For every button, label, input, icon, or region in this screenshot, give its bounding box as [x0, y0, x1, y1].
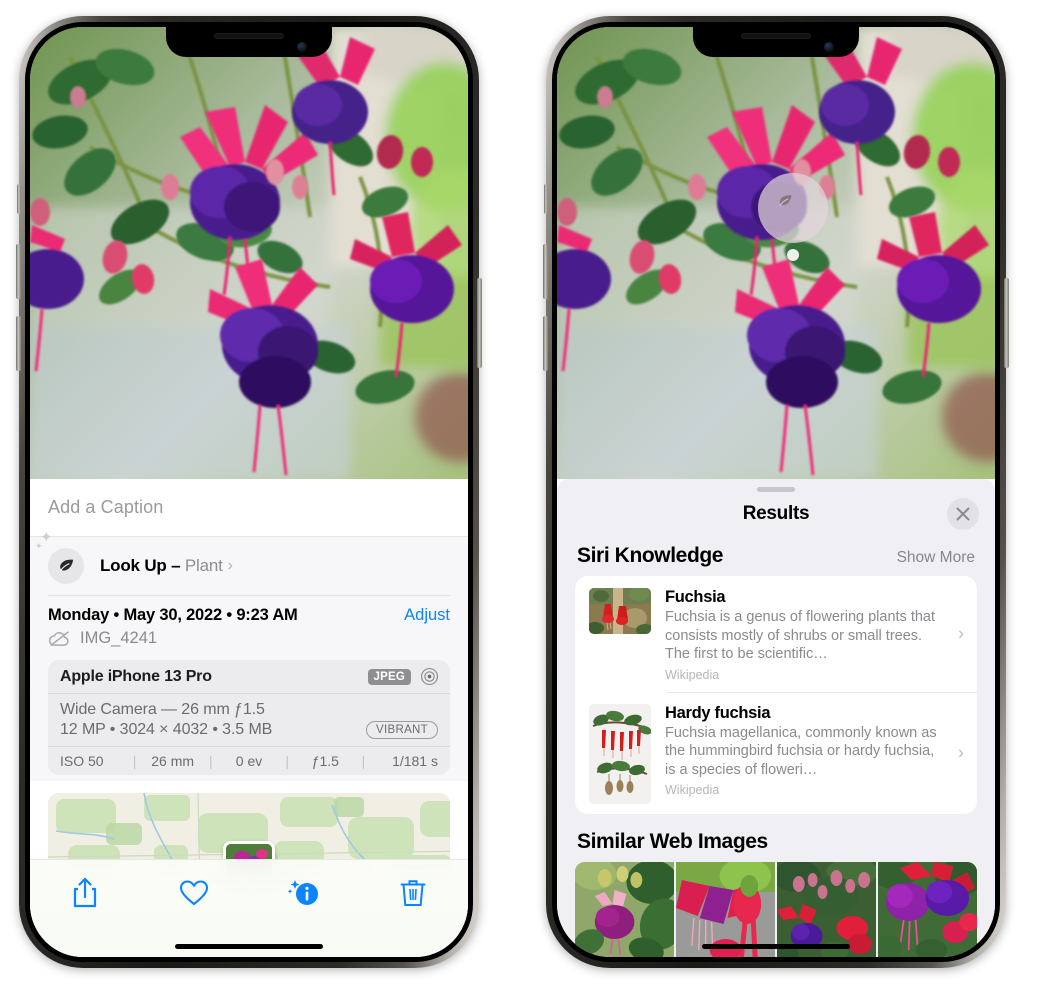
close-button[interactable]	[947, 498, 979, 530]
chevron-right-icon: ›	[958, 742, 964, 763]
knowledge-source: Wikipedia	[665, 783, 720, 798]
aperture-icon	[420, 667, 439, 686]
chevron-right-icon: ›	[227, 557, 233, 574]
look-up-plant-row[interactable]: ✦ ✦ Look Up – Plant ›	[35, 530, 450, 595]
lookup-block: ✦ ✦ Look Up – Plant ›	[30, 530, 468, 596]
adjust-button[interactable]: Adjust	[404, 606, 450, 625]
volume-up-button[interactable]	[16, 244, 21, 299]
show-more-button[interactable]: Show More	[897, 549, 975, 567]
caption-field[interactable]: Add a Caption	[30, 479, 468, 537]
front-camera-icon	[824, 42, 834, 52]
resolution-info: 12 MP • 3024 × 4032 • 3.5 MB	[60, 721, 273, 738]
earpiece-speaker	[214, 33, 284, 39]
volume-down-button[interactable]	[543, 316, 548, 371]
camera-card-body: Wide Camera — 26 mm ƒ1.5 12 MP • 3024 × …	[48, 694, 450, 746]
earpiece-speaker	[741, 33, 811, 39]
exif-row: ISO 50 | 26 mm | 0 ev | ƒ1.5 | 1/181 s	[48, 746, 450, 775]
exif-aperture: ƒ1.5	[311, 753, 339, 769]
leaf-icon	[48, 548, 84, 584]
camera-card-header: Apple iPhone 13 Pro JPEG	[48, 660, 450, 694]
favorite-button[interactable]	[167, 872, 221, 914]
camera-info-card[interactable]: Apple iPhone 13 Pro JPEG Wide Camera — 2…	[48, 660, 450, 775]
home-indicator[interactable]	[702, 944, 850, 949]
web-image-tile[interactable]	[777, 861, 876, 957]
camera-header-tags: JPEG	[367, 667, 439, 686]
fuchsia-photo-art	[30, 27, 468, 479]
home-indicator[interactable]	[175, 944, 323, 949]
chevron-right-icon: ›	[958, 623, 964, 644]
knowledge-thumbnail	[589, 588, 651, 634]
file-name: IMG_4241	[80, 629, 158, 647]
knowledge-description: Fuchsia magellanica, commonly known as t…	[665, 724, 937, 778]
knowledge-text: Fuchsia Fuchsia is a genus of flowering …	[665, 588, 963, 682]
exif-iso: ISO 50	[60, 753, 104, 769]
volume-up-button[interactable]	[543, 244, 548, 299]
knowledge-thumbnail	[589, 703, 651, 804]
date-row: Monday • May 30, 2022 • 9:23 AM Adjust	[48, 606, 450, 625]
exif-shutter: 1/181 s	[392, 753, 438, 769]
sparkle-small-icon: ✦	[35, 541, 43, 551]
web-image-tile[interactable]	[575, 861, 674, 957]
delete-button[interactable]	[386, 872, 440, 914]
side-power-button[interactable]	[477, 278, 482, 368]
knowledge-text: Hardy fuchsia Fuchsia magellanica, commo…	[665, 704, 963, 798]
screen-right: Results Siri Knowledge Show More Fuchsia…	[557, 27, 995, 957]
knowledge-description: Fuchsia is a genus of flowering plants t…	[665, 609, 936, 663]
phone-bezel-right: Results Siri Knowledge Show More Fuchsia…	[552, 22, 1000, 962]
close-x-icon	[956, 507, 970, 521]
photographic-style-badge: VIBRANT	[366, 721, 438, 739]
knowledge-title: Fuchsia	[665, 588, 726, 606]
share-button[interactable]	[58, 872, 112, 914]
photo-toolbar	[30, 859, 468, 957]
file-row: IMG_4241	[48, 629, 450, 648]
phone-bezel-left: Add a Caption ✦ ✦ Look Up – Plant › Mond…	[25, 22, 473, 962]
format-badge: JPEG	[367, 668, 411, 685]
volume-down-button[interactable]	[16, 316, 21, 371]
fuchsia-photo-art	[557, 27, 995, 479]
similar-web-images-strip[interactable]	[575, 861, 977, 957]
similar-web-images-header: Similar Web Images	[557, 814, 995, 862]
iphone-right: Results Siri Knowledge Show More Fuchsia…	[543, 16, 1009, 968]
knowledge-title: Hardy fuchsia	[665, 703, 771, 722]
exif-ev: 0 ev	[235, 753, 263, 769]
caption-placeholder: Add a Caption	[48, 497, 164, 517]
siri-knowledge-header: Siri Knowledge Show More	[557, 536, 995, 576]
lookup-title: Look Up –	[100, 556, 185, 575]
lookup-category: Plant	[184, 556, 223, 575]
section-title: Similar Web Images	[577, 829, 768, 853]
screenshot-root: Add a Caption ✦ ✦ Look Up – Plant › Mond…	[0, 0, 1055, 985]
web-image-tile[interactable]	[878, 861, 977, 957]
lookup-label: Look Up – Plant	[100, 556, 223, 576]
siri-knowledge-card: Fuchsia Fuchsia is a genus of flowering …	[575, 576, 977, 814]
knowledge-row[interactable]: Hardy fuchsia Fuchsia magellanica, commo…	[575, 691, 977, 814]
exif-focal: 26 mm	[151, 753, 195, 769]
results-header: Results	[557, 492, 995, 536]
iphone-left: Add a Caption ✦ ✦ Look Up – Plant › Mond…	[16, 16, 482, 968]
resolution-row: 12 MP • 3024 × 4032 • 3.5 MB VIBRANT	[60, 721, 438, 739]
web-image-tile[interactable]	[676, 861, 775, 957]
notch-right	[693, 27, 859, 57]
silence-switch[interactable]	[17, 184, 21, 214]
front-camera-icon	[297, 42, 307, 52]
results-sheet: Results Siri Knowledge Show More Fuchsia…	[557, 479, 995, 957]
knowledge-row[interactable]: Fuchsia Fuchsia is a genus of flowering …	[575, 576, 977, 692]
screen-left: Add a Caption ✦ ✦ Look Up – Plant › Mond…	[30, 27, 468, 957]
photo-info-sheet: Add a Caption ✦ ✦ Look Up – Plant › Mond…	[30, 479, 468, 957]
capture-date: Monday • May 30, 2022 • 9:23 AM	[48, 606, 298, 624]
photo-viewer-left[interactable]	[30, 27, 468, 479]
lens-info: Wide Camera — 26 mm ƒ1.5	[60, 701, 265, 718]
notch-left	[166, 27, 332, 57]
results-title: Results	[742, 503, 810, 524]
silence-switch[interactable]	[544, 184, 548, 214]
metadata-block: Monday • May 30, 2022 • 9:23 AM Adjust I…	[30, 596, 468, 781]
info-button[interactable]	[277, 872, 331, 914]
section-title: Siri Knowledge	[577, 544, 724, 567]
camera-model: Apple iPhone 13 Pro	[60, 667, 212, 685]
knowledge-source: Wikipedia	[665, 667, 720, 682]
side-power-button[interactable]	[1004, 278, 1009, 368]
photo-viewer-right[interactable]	[557, 27, 995, 479]
cloud-slash-icon	[48, 630, 71, 647]
